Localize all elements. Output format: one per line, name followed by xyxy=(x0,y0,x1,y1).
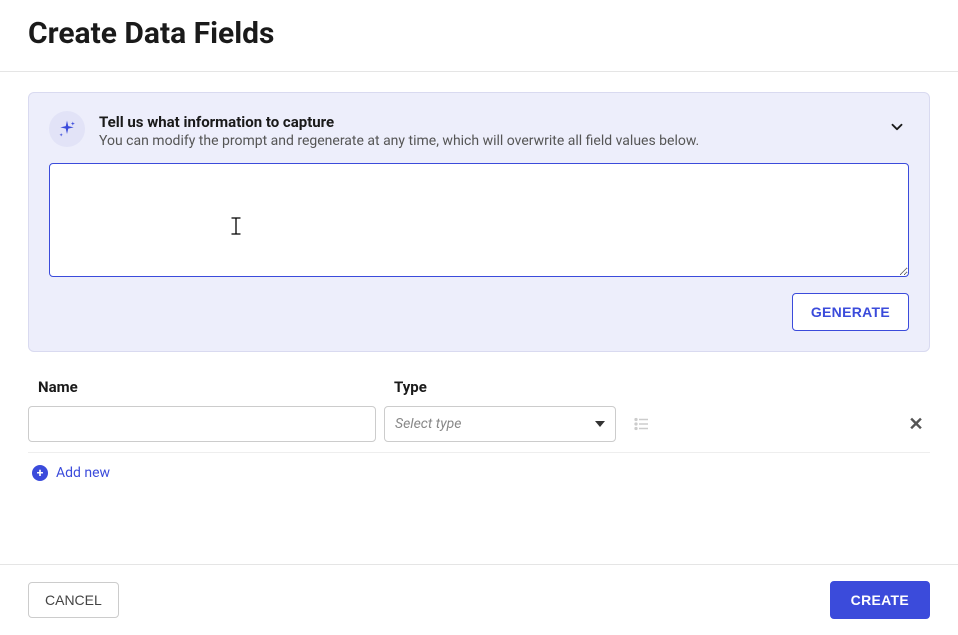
dialog-content: Tell us what information to capture You … xyxy=(0,72,958,481)
prompt-title: Tell us what information to capture xyxy=(99,113,909,131)
fields-section: Name Type Select type ✕ xyxy=(28,378,930,481)
chevron-down-icon xyxy=(888,118,906,136)
collapse-toggle[interactable] xyxy=(885,115,909,139)
column-header-type: Type xyxy=(384,378,427,396)
generate-button[interactable]: GENERATE xyxy=(792,293,909,331)
field-type-select[interactable]: Select type xyxy=(384,406,616,442)
prompt-text-block: Tell us what information to capture You … xyxy=(99,111,909,149)
page-title: Create Data Fields xyxy=(28,16,930,51)
options-icon[interactable] xyxy=(628,410,656,438)
fields-header: Name Type xyxy=(28,378,930,396)
plus-circle-icon: + xyxy=(32,465,48,481)
add-new-button[interactable]: + Add new xyxy=(28,465,110,481)
prompt-panel: Tell us what information to capture You … xyxy=(28,92,930,352)
prompt-subtitle: You can modify the prompt and regenerate… xyxy=(99,133,909,149)
dialog-header: Create Data Fields xyxy=(0,0,958,72)
type-placeholder: Select type xyxy=(395,416,461,432)
add-new-label: Add new xyxy=(56,465,110,481)
field-name-input[interactable] xyxy=(28,406,376,442)
prompt-header: Tell us what information to capture You … xyxy=(49,111,909,149)
cancel-button[interactable]: CANCEL xyxy=(28,582,119,618)
dialog-footer: CANCEL CREATE xyxy=(0,564,958,635)
sparkle-icon xyxy=(49,111,85,147)
field-row: Select type ✕ xyxy=(28,406,930,453)
caret-down-icon xyxy=(595,421,605,427)
column-header-name: Name xyxy=(28,378,384,396)
close-icon: ✕ xyxy=(908,414,923,435)
prompt-textarea[interactable] xyxy=(49,163,909,277)
create-button[interactable]: CREATE xyxy=(830,581,930,619)
generate-row: GENERATE xyxy=(49,293,909,331)
remove-row-button[interactable]: ✕ xyxy=(902,410,930,438)
